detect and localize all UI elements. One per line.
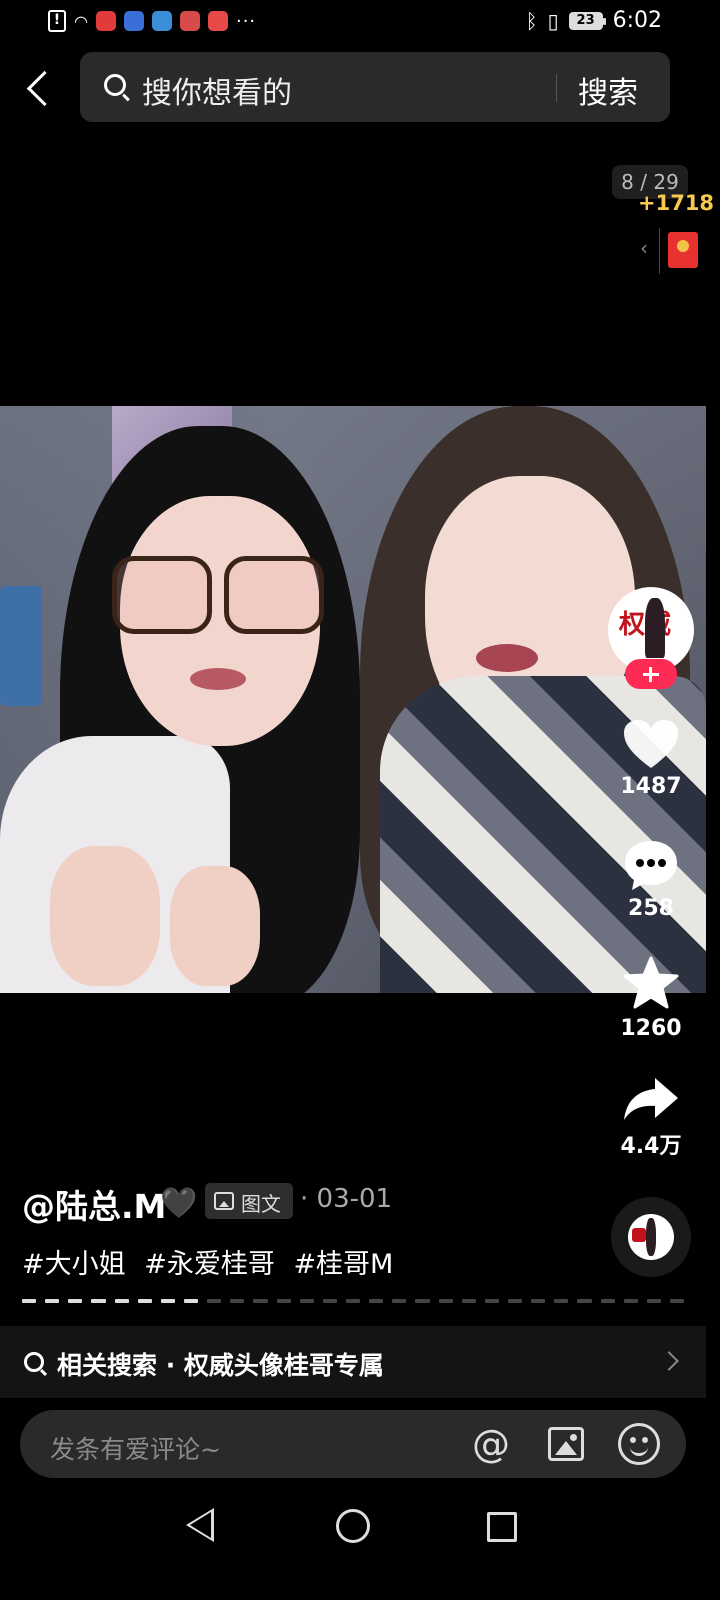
shop-app-icon (179, 11, 200, 31)
progress-segment (137, 1299, 152, 1303)
progress-segment (114, 1299, 129, 1303)
reward-divider (659, 228, 660, 274)
progress-segment (68, 1299, 83, 1303)
comment-count: 258 (628, 896, 674, 921)
chevron-left-icon[interactable]: ‹ (640, 236, 648, 260)
search-button[interactable]: 搜索 (578, 68, 638, 112)
red-packet-icon[interactable] (668, 232, 698, 268)
comment-icon (625, 841, 677, 890)
progress-segment (160, 1299, 175, 1303)
status-right-icons: ᛒ ▯ 23 6:02 (526, 8, 662, 33)
app-notification-icon (95, 11, 116, 31)
star-icon (623, 956, 679, 1009)
music-app-icon (123, 11, 144, 31)
nav-home-icon[interactable] (336, 1509, 370, 1543)
post-type-tag: 图文 (205, 1183, 293, 1219)
progress-segment (45, 1299, 60, 1303)
related-search-bar[interactable]: 相关搜索 · 权威头像桂哥专属 (0, 1326, 706, 1398)
reward-count: +1718 (638, 191, 715, 215)
progress-segment (253, 1299, 268, 1303)
image-icon (214, 1192, 234, 1210)
search-input[interactable]: 搜你想看的 (142, 68, 292, 112)
post-image[interactable] (0, 406, 706, 993)
progress-segment (577, 1299, 592, 1303)
wifi-icon: ◠ (74, 11, 88, 31)
progress-segment (207, 1299, 222, 1303)
hashtag[interactable]: #桂哥M (293, 1249, 393, 1280)
music-disc[interactable] (611, 1197, 691, 1277)
search-divider (556, 74, 557, 102)
like-button[interactable]: 1487 (606, 718, 696, 799)
progress-segment (22, 1299, 37, 1303)
post-date: · 03-01 (300, 1184, 393, 1214)
progress-segment (669, 1299, 685, 1303)
mention-icon[interactable]: @ (472, 1422, 510, 1466)
progress-segment (507, 1299, 523, 1303)
chevron-right-icon (659, 1351, 679, 1371)
glasses (112, 556, 332, 640)
progress-segment (91, 1299, 106, 1303)
status-left-icons: ! ◠ ··· (48, 10, 256, 32)
alert-icon: ! (48, 10, 66, 32)
follow-button[interactable] (625, 659, 677, 689)
progress-segment (484, 1299, 499, 1303)
progress-segment (183, 1299, 199, 1303)
comment-input[interactable]: 发条有爱评论~ (50, 1430, 221, 1466)
background-object (0, 586, 42, 706)
favorite-count: 1260 (620, 1016, 682, 1041)
image-picker-icon[interactable] (548, 1427, 584, 1461)
share-arrow-icon (624, 1078, 678, 1120)
progress-segment (554, 1299, 569, 1303)
back-button[interactable] (22, 66, 58, 110)
search-bar[interactable]: 搜你想看的 搜索 (80, 52, 670, 122)
progress-segment (623, 1299, 638, 1303)
hashtag[interactable]: #永爱桂哥 (144, 1249, 275, 1280)
vibrate-icon: ▯ (547, 8, 559, 33)
status-time: 6:02 (612, 8, 662, 33)
status-bar: ! ◠ ··· ᛒ ▯ 23 6:02 (0, 0, 720, 48)
comment-input-bar[interactable]: 发条有爱评论~ @ (20, 1410, 686, 1478)
more-notifications-icon: ··· (235, 10, 257, 32)
heart-icon (624, 720, 678, 768)
store-app-icon (207, 11, 228, 31)
post-type-label: 图文 (241, 1192, 281, 1216)
progress-segment (646, 1299, 661, 1303)
progress-segment (392, 1299, 407, 1303)
black-heart-emoji: 🖤 (160, 1186, 198, 1221)
share-button[interactable]: 4.4万 (606, 1074, 696, 1160)
hashtag-list: #大小姐 #永爱桂哥 #桂哥M (22, 1242, 403, 1281)
progress-segment (438, 1299, 453, 1303)
author-name[interactable]: @陆总.M (22, 1180, 166, 1228)
progress-segment (230, 1299, 245, 1303)
search-icon (24, 1352, 44, 1372)
progress-segment (276, 1299, 291, 1303)
progress-segment (345, 1299, 361, 1303)
progress-segment (531, 1299, 546, 1303)
progress-segment (299, 1299, 314, 1303)
progress-segment (369, 1299, 384, 1303)
progress-segment (415, 1299, 430, 1303)
progress-segment (461, 1299, 476, 1303)
like-count: 1487 (620, 774, 682, 799)
comment-button[interactable]: 258 (606, 838, 696, 921)
share-count: 4.4万 (620, 1134, 682, 1159)
progress-segment (322, 1299, 337, 1303)
browser-app-icon (151, 11, 172, 31)
hashtag[interactable]: #大小姐 (22, 1249, 126, 1280)
search-icon (104, 74, 126, 96)
favorite-button[interactable]: 1260 (606, 956, 696, 1041)
progress-segment (600, 1299, 615, 1303)
image-progress-indicator (22, 1299, 685, 1303)
battery-icon: 23 (568, 11, 606, 30)
music-cover (628, 1214, 674, 1260)
related-search-text: 相关搜索 · 权威头像桂哥专属 (57, 1351, 384, 1380)
bluetooth-icon: ᛒ (525, 8, 538, 33)
emoji-icon[interactable] (618, 1423, 660, 1465)
nav-recents-icon[interactable] (487, 1512, 517, 1542)
nav-back-icon[interactable] (186, 1508, 214, 1542)
